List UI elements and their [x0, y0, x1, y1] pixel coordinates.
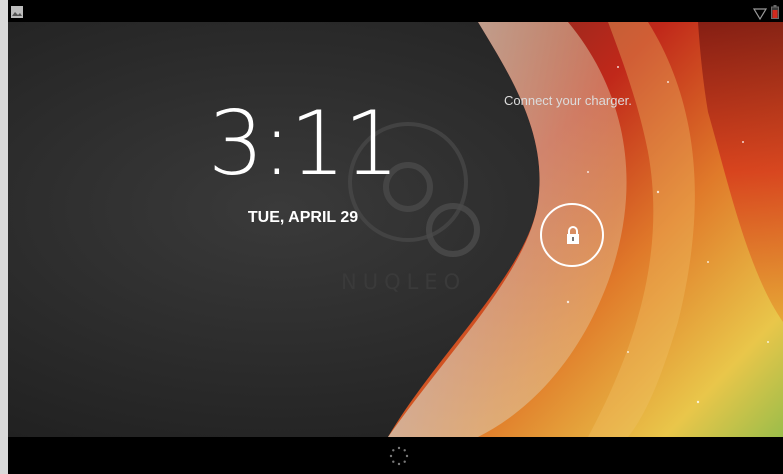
battery-low-icon — [771, 4, 779, 23]
lock-screen[interactable]: NUQLEO 3:11 TUE, APRIL 29 Connect your c… — [8, 22, 783, 437]
charger-message: Connect your charger. — [504, 93, 632, 108]
navigation-bar — [8, 437, 783, 474]
wallpaper — [8, 22, 783, 437]
status-bar — [8, 0, 783, 22]
unlock-handle[interactable] — [540, 203, 604, 267]
tablet-screen: NUQLEO 3:11 TUE, APRIL 29 Connect your c… — [8, 0, 783, 474]
image-notification-icon[interactable] — [10, 4, 24, 23]
lock-clock: 3:11 — [208, 92, 400, 195]
brand-wordmark: NUQLEO — [341, 270, 467, 294]
loading-spinner-icon — [389, 446, 409, 470]
lock-icon — [565, 225, 581, 249]
lock-date: TUE, APRIL 29 — [247, 209, 359, 226]
